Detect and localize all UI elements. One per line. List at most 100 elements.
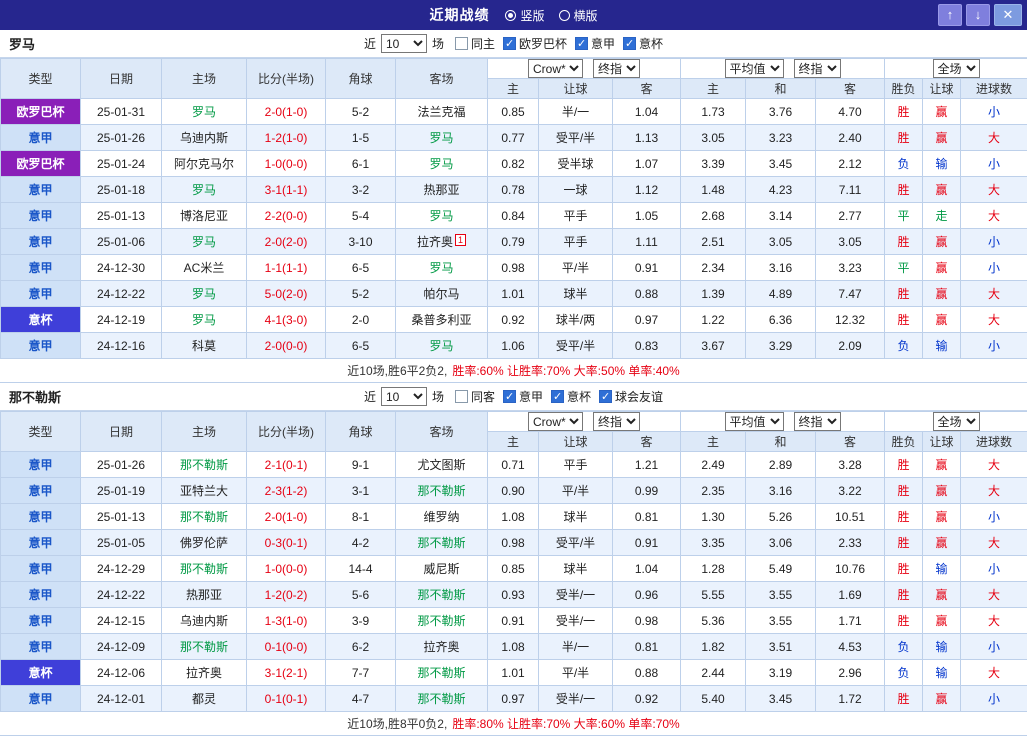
layout-radio-horizontal[interactable]: 横版 bbox=[559, 7, 598, 24]
cell-handicap-result: 输 bbox=[923, 660, 961, 686]
cell-odds-away: 1.04 bbox=[613, 556, 681, 582]
column-header-avg-away: 客 bbox=[816, 432, 885, 452]
cell-odds-handicap: 平/半 bbox=[539, 478, 613, 504]
cell-date: 25-01-05 bbox=[81, 530, 162, 556]
filter-checkbox[interactable]: 意杯 bbox=[551, 388, 591, 405]
cell-goals-result: 小 bbox=[961, 686, 1027, 712]
filter-checkbox[interactable]: 意甲 bbox=[575, 35, 615, 52]
cell-corners: 5-2 bbox=[326, 281, 396, 307]
cell-goals-result: 大 bbox=[961, 530, 1027, 556]
cell-away-team: 罗马 bbox=[396, 125, 488, 151]
summary-rates: 胜率:80% 让胜率:70% 大率:60% 单率:70% bbox=[452, 715, 679, 732]
cell-away-team: 维罗纳 bbox=[396, 504, 488, 530]
cell-result: 平 bbox=[885, 255, 923, 281]
cell-avg-home: 1.73 bbox=[681, 99, 746, 125]
table-row: 欧罗巴杯25-01-24阿尔克马尔1-0(0-0)6-1罗马0.82受半球1.0… bbox=[1, 151, 1027, 177]
filter-checkbox-label: 球会友谊 bbox=[615, 388, 663, 405]
cell-odds-home: 0.85 bbox=[488, 99, 539, 125]
cell-type: 意甲 bbox=[1, 255, 81, 281]
cell-result: 负 bbox=[885, 151, 923, 177]
cell-avg-away: 7.11 bbox=[816, 177, 885, 203]
filter-checkbox-label: 意甲 bbox=[591, 35, 615, 52]
filter-checkbox[interactable]: 欧罗巴杯 bbox=[503, 35, 567, 52]
odds-group-header: Crow* 终指 bbox=[488, 412, 681, 432]
cell-score: 1-0(0-0) bbox=[247, 556, 326, 582]
odds-time-select[interactable]: 终指 bbox=[593, 59, 640, 78]
cell-avg-away: 1.72 bbox=[816, 686, 885, 712]
scroll-up-button[interactable]: ↑ bbox=[938, 4, 962, 26]
cell-avg-home: 1.82 bbox=[681, 634, 746, 660]
odds-source-select[interactable]: Crow* bbox=[528, 412, 583, 431]
cell-odds-home: 0.78 bbox=[488, 177, 539, 203]
cell-date: 24-12-30 bbox=[81, 255, 162, 281]
cell-type: 意甲 bbox=[1, 686, 81, 712]
average-select[interactable]: 平均值 bbox=[725, 412, 784, 431]
column-header-handicap-result: 让球 bbox=[923, 79, 961, 99]
page-title: 近期战绩 bbox=[429, 5, 489, 25]
close-button[interactable]: ✕ bbox=[994, 4, 1022, 26]
cell-odds-handicap: 平手 bbox=[539, 452, 613, 478]
column-header-avg-home: 主 bbox=[681, 79, 746, 99]
recent-label: 近 bbox=[364, 35, 376, 52]
filter-checkbox[interactable]: 意杯 bbox=[623, 35, 663, 52]
cell-avg-draw: 3.23 bbox=[746, 125, 816, 151]
table-row: 意甲24-12-15乌迪内斯1-3(1-0)3-9那不勒斯0.91受半/一0.9… bbox=[1, 608, 1027, 634]
layout-radio-vertical[interactable]: 竖版 bbox=[505, 7, 544, 24]
checkbox-icon bbox=[599, 390, 612, 403]
odds-time-select[interactable]: 终指 bbox=[593, 412, 640, 431]
cell-away-team: 那不勒斯 bbox=[396, 660, 488, 686]
cell-handicap-result: 赢 bbox=[923, 99, 961, 125]
scroll-down-button[interactable]: ↓ bbox=[966, 4, 990, 26]
average-select[interactable]: 平均值 bbox=[725, 59, 784, 78]
cell-avg-away: 3.22 bbox=[816, 478, 885, 504]
cell-odds-home: 1.01 bbox=[488, 660, 539, 686]
cell-avg-draw: 5.26 bbox=[746, 504, 816, 530]
cell-avg-draw: 3.55 bbox=[746, 582, 816, 608]
cell-corners: 1-5 bbox=[326, 125, 396, 151]
cell-date: 25-01-31 bbox=[81, 99, 162, 125]
table-row: 意甲25-01-13博洛尼亚2-2(0-0)5-4罗马0.84平手1.052.6… bbox=[1, 203, 1027, 229]
odds-source-select[interactable]: Crow* bbox=[528, 59, 583, 78]
column-header-corners: 角球 bbox=[326, 412, 396, 452]
cell-away-team: 罗马 bbox=[396, 255, 488, 281]
recent-count-select[interactable]: 10 bbox=[381, 387, 427, 406]
cell-result: 胜 bbox=[885, 556, 923, 582]
average-time-select[interactable]: 终指 bbox=[794, 59, 841, 78]
table-row: 意甲25-01-26乌迪内斯1-2(1-0)1-5罗马0.77受平/半1.133… bbox=[1, 125, 1027, 151]
filter-checkbox[interactable]: 同客 bbox=[455, 388, 495, 405]
cell-goals-result: 大 bbox=[961, 478, 1027, 504]
cell-odds-home: 0.77 bbox=[488, 125, 539, 151]
fulltime-select[interactable]: 全场 bbox=[933, 59, 980, 78]
cell-score: 1-2(0-2) bbox=[247, 582, 326, 608]
column-header-away: 客场 bbox=[396, 412, 488, 452]
cell-type: 意甲 bbox=[1, 608, 81, 634]
column-header-type: 类型 bbox=[1, 412, 81, 452]
cell-goals-result: 大 bbox=[961, 608, 1027, 634]
cell-score: 5-0(2-0) bbox=[247, 281, 326, 307]
column-header-away: 客场 bbox=[396, 59, 488, 99]
cell-odds-away: 1.07 bbox=[613, 151, 681, 177]
table-row: 意甲25-01-13那不勒斯2-0(1-0)8-1维罗纳1.08球半0.811.… bbox=[1, 504, 1027, 530]
cell-type: 意杯 bbox=[1, 660, 81, 686]
filter-checkbox[interactable]: 意甲 bbox=[503, 388, 543, 405]
cell-goals-result: 大 bbox=[961, 660, 1027, 686]
cell-odds-handicap: 球半/两 bbox=[539, 307, 613, 333]
fulltime-select[interactable]: 全场 bbox=[933, 412, 980, 431]
cell-odds-away: 0.83 bbox=[613, 333, 681, 359]
cell-type: 意甲 bbox=[1, 203, 81, 229]
cell-away-team: 那不勒斯 bbox=[396, 686, 488, 712]
filter-checkbox[interactable]: 同主 bbox=[455, 35, 495, 52]
cell-avg-away: 2.96 bbox=[816, 660, 885, 686]
summary-record: 近10场,胜6平2负2, bbox=[347, 362, 447, 379]
recent-count-select[interactable]: 10 bbox=[381, 34, 427, 53]
cell-odds-home: 0.82 bbox=[488, 151, 539, 177]
average-time-select[interactable]: 终指 bbox=[794, 412, 841, 431]
cell-date: 24-12-19 bbox=[81, 307, 162, 333]
cell-home-team: 亚特兰大 bbox=[162, 478, 247, 504]
cell-away-team: 桑普多利亚 bbox=[396, 307, 488, 333]
cell-avg-away: 2.09 bbox=[816, 333, 885, 359]
cell-date: 25-01-18 bbox=[81, 177, 162, 203]
filter-checkbox[interactable]: 球会友谊 bbox=[599, 388, 663, 405]
cell-score: 2-0(1-0) bbox=[247, 504, 326, 530]
cell-goals-result: 大 bbox=[961, 281, 1027, 307]
